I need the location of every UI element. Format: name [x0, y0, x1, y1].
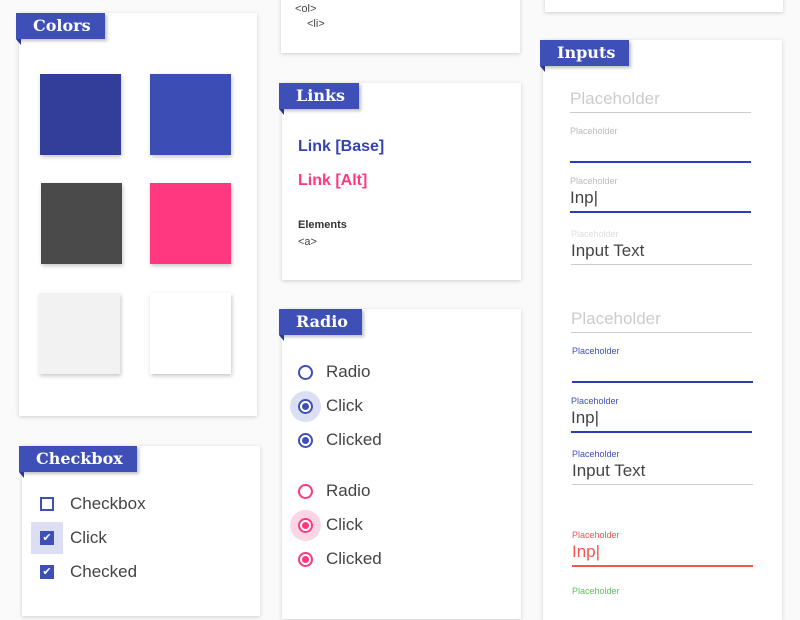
input-label: Placeholder	[572, 449, 620, 459]
input-empty-2[interactable]: Placeholder	[571, 308, 752, 333]
input-empty[interactable]: Placeholder	[570, 88, 751, 113]
radio-button[interactable]	[298, 551, 313, 567]
links-title: Links	[279, 83, 360, 115]
elements-heading: Elements	[298, 219, 347, 231]
swatch-accent-pink	[150, 183, 231, 264]
element-ol: <ol>	[295, 3, 317, 15]
input-typing[interactable]: Placeholder Inp|	[570, 176, 751, 213]
input-label: Placeholder	[571, 396, 619, 406]
input-placeholder: Placeholder	[570, 89, 660, 108]
input-underline	[571, 264, 752, 265]
radio-label: Radio	[326, 362, 371, 381]
swatch-dark-gray	[41, 183, 122, 264]
input-value	[572, 357, 753, 379]
inputs-card: Inputs Placeholder Placeholder Placehold…	[540, 40, 782, 620]
colors-title: Colors	[16, 13, 105, 45]
input-label: Placeholder	[572, 530, 620, 540]
radio-label: Click	[326, 396, 363, 415]
input-value: Inp|	[572, 542, 601, 561]
radio-accent-checked[interactable]: Clicked	[298, 549, 382, 569]
check-icon: ✔	[42, 532, 52, 544]
radio-button[interactable]	[298, 398, 313, 414]
input-typing-colored[interactable]: Placeholder Inp|	[571, 396, 752, 433]
check-icon: ✔	[42, 566, 52, 578]
input-label: Placeholder	[570, 176, 618, 186]
checkbox-box[interactable]: ✔	[40, 531, 54, 545]
radio-label: Radio	[326, 481, 371, 500]
input-label: Placeholder	[572, 586, 620, 596]
input-underline	[571, 431, 752, 433]
input-underline	[571, 332, 752, 333]
link-base[interactable]: Link [Base]	[298, 138, 384, 156]
radio-accent-unchecked[interactable]: Radio	[298, 481, 370, 501]
input-value: Input Text	[572, 461, 646, 480]
input-focused[interactable]: Placeholder	[570, 126, 751, 163]
radio-primary-pressed[interactable]: Click	[298, 396, 363, 416]
swatch-white	[150, 293, 231, 374]
input-value	[570, 137, 751, 159]
checkbox-box[interactable]: ✔	[40, 565, 54, 579]
swatch-light-gray	[39, 293, 120, 374]
element-a: <a>	[298, 236, 317, 248]
checkbox-unchecked[interactable]: Checkbox	[40, 494, 146, 514]
radio-button[interactable]	[298, 432, 313, 448]
radio-label: Click	[326, 515, 363, 534]
element-li: <li>	[307, 18, 325, 30]
input-value: Inp|	[571, 408, 600, 427]
input-value	[572, 597, 753, 619]
input-success[interactable]: Placeholder	[572, 586, 753, 619]
input-value: Inp|	[570, 188, 599, 207]
input-value: Input Text	[571, 241, 645, 260]
input-filled[interactable]: Placeholder Input Text	[571, 229, 752, 265]
radio-label: Clicked	[326, 549, 382, 568]
radio-button[interactable]	[298, 364, 313, 380]
radio-primary-checked[interactable]: Clicked	[298, 430, 382, 450]
input-underline	[570, 211, 751, 213]
checkbox-label: Checkbox	[70, 494, 146, 513]
input-focused-colored[interactable]: Placeholder	[572, 346, 753, 383]
radio-title: Radio	[279, 309, 362, 341]
input-filled-colored[interactable]: Placeholder Input Text	[572, 449, 753, 485]
radio-button[interactable]	[298, 517, 313, 533]
radio-primary-unchecked[interactable]: Radio	[298, 362, 370, 382]
input-label: Placeholder	[572, 346, 620, 356]
checkbox-title: Checkbox	[19, 446, 137, 478]
input-underline	[572, 381, 753, 383]
input-label: Placeholder	[571, 229, 619, 239]
input-placeholder: Placeholder	[571, 309, 661, 328]
checkbox-card: Checkbox Checkbox ✔ Click ✔ Checked	[19, 446, 260, 616]
link-alt[interactable]: Link [Alt]	[298, 172, 367, 190]
checkbox-box[interactable]	[40, 497, 54, 511]
checkbox-checked[interactable]: ✔ Checked	[40, 562, 137, 582]
input-label: Placeholder	[570, 126, 618, 136]
radio-accent-pressed[interactable]: Click	[298, 515, 363, 535]
input-underline	[570, 161, 751, 163]
radio-label: Clicked	[326, 430, 382, 449]
input-underline	[570, 112, 751, 113]
input-error[interactable]: Placeholder Inp|	[572, 530, 753, 567]
top-right-card	[545, 0, 783, 12]
radio-button[interactable]	[298, 483, 313, 499]
swatch-primary-dark	[40, 74, 121, 155]
swatch-primary	[150, 74, 231, 155]
input-underline	[572, 565, 753, 567]
colors-card: Colors	[16, 13, 257, 416]
lists-card: <ol> <li>	[281, 0, 520, 53]
radio-card: Radio Radio Click Clicked Radio Click Cl…	[279, 309, 521, 619]
checkbox-label: Checked	[70, 562, 138, 581]
checkbox-pressed[interactable]: ✔ Click	[40, 528, 107, 548]
checkbox-label: Click	[70, 528, 107, 547]
inputs-title: Inputs	[540, 40, 630, 72]
links-card: Links Link [Base] Link [Alt] Elements <a…	[279, 83, 521, 280]
input-underline	[572, 484, 753, 485]
